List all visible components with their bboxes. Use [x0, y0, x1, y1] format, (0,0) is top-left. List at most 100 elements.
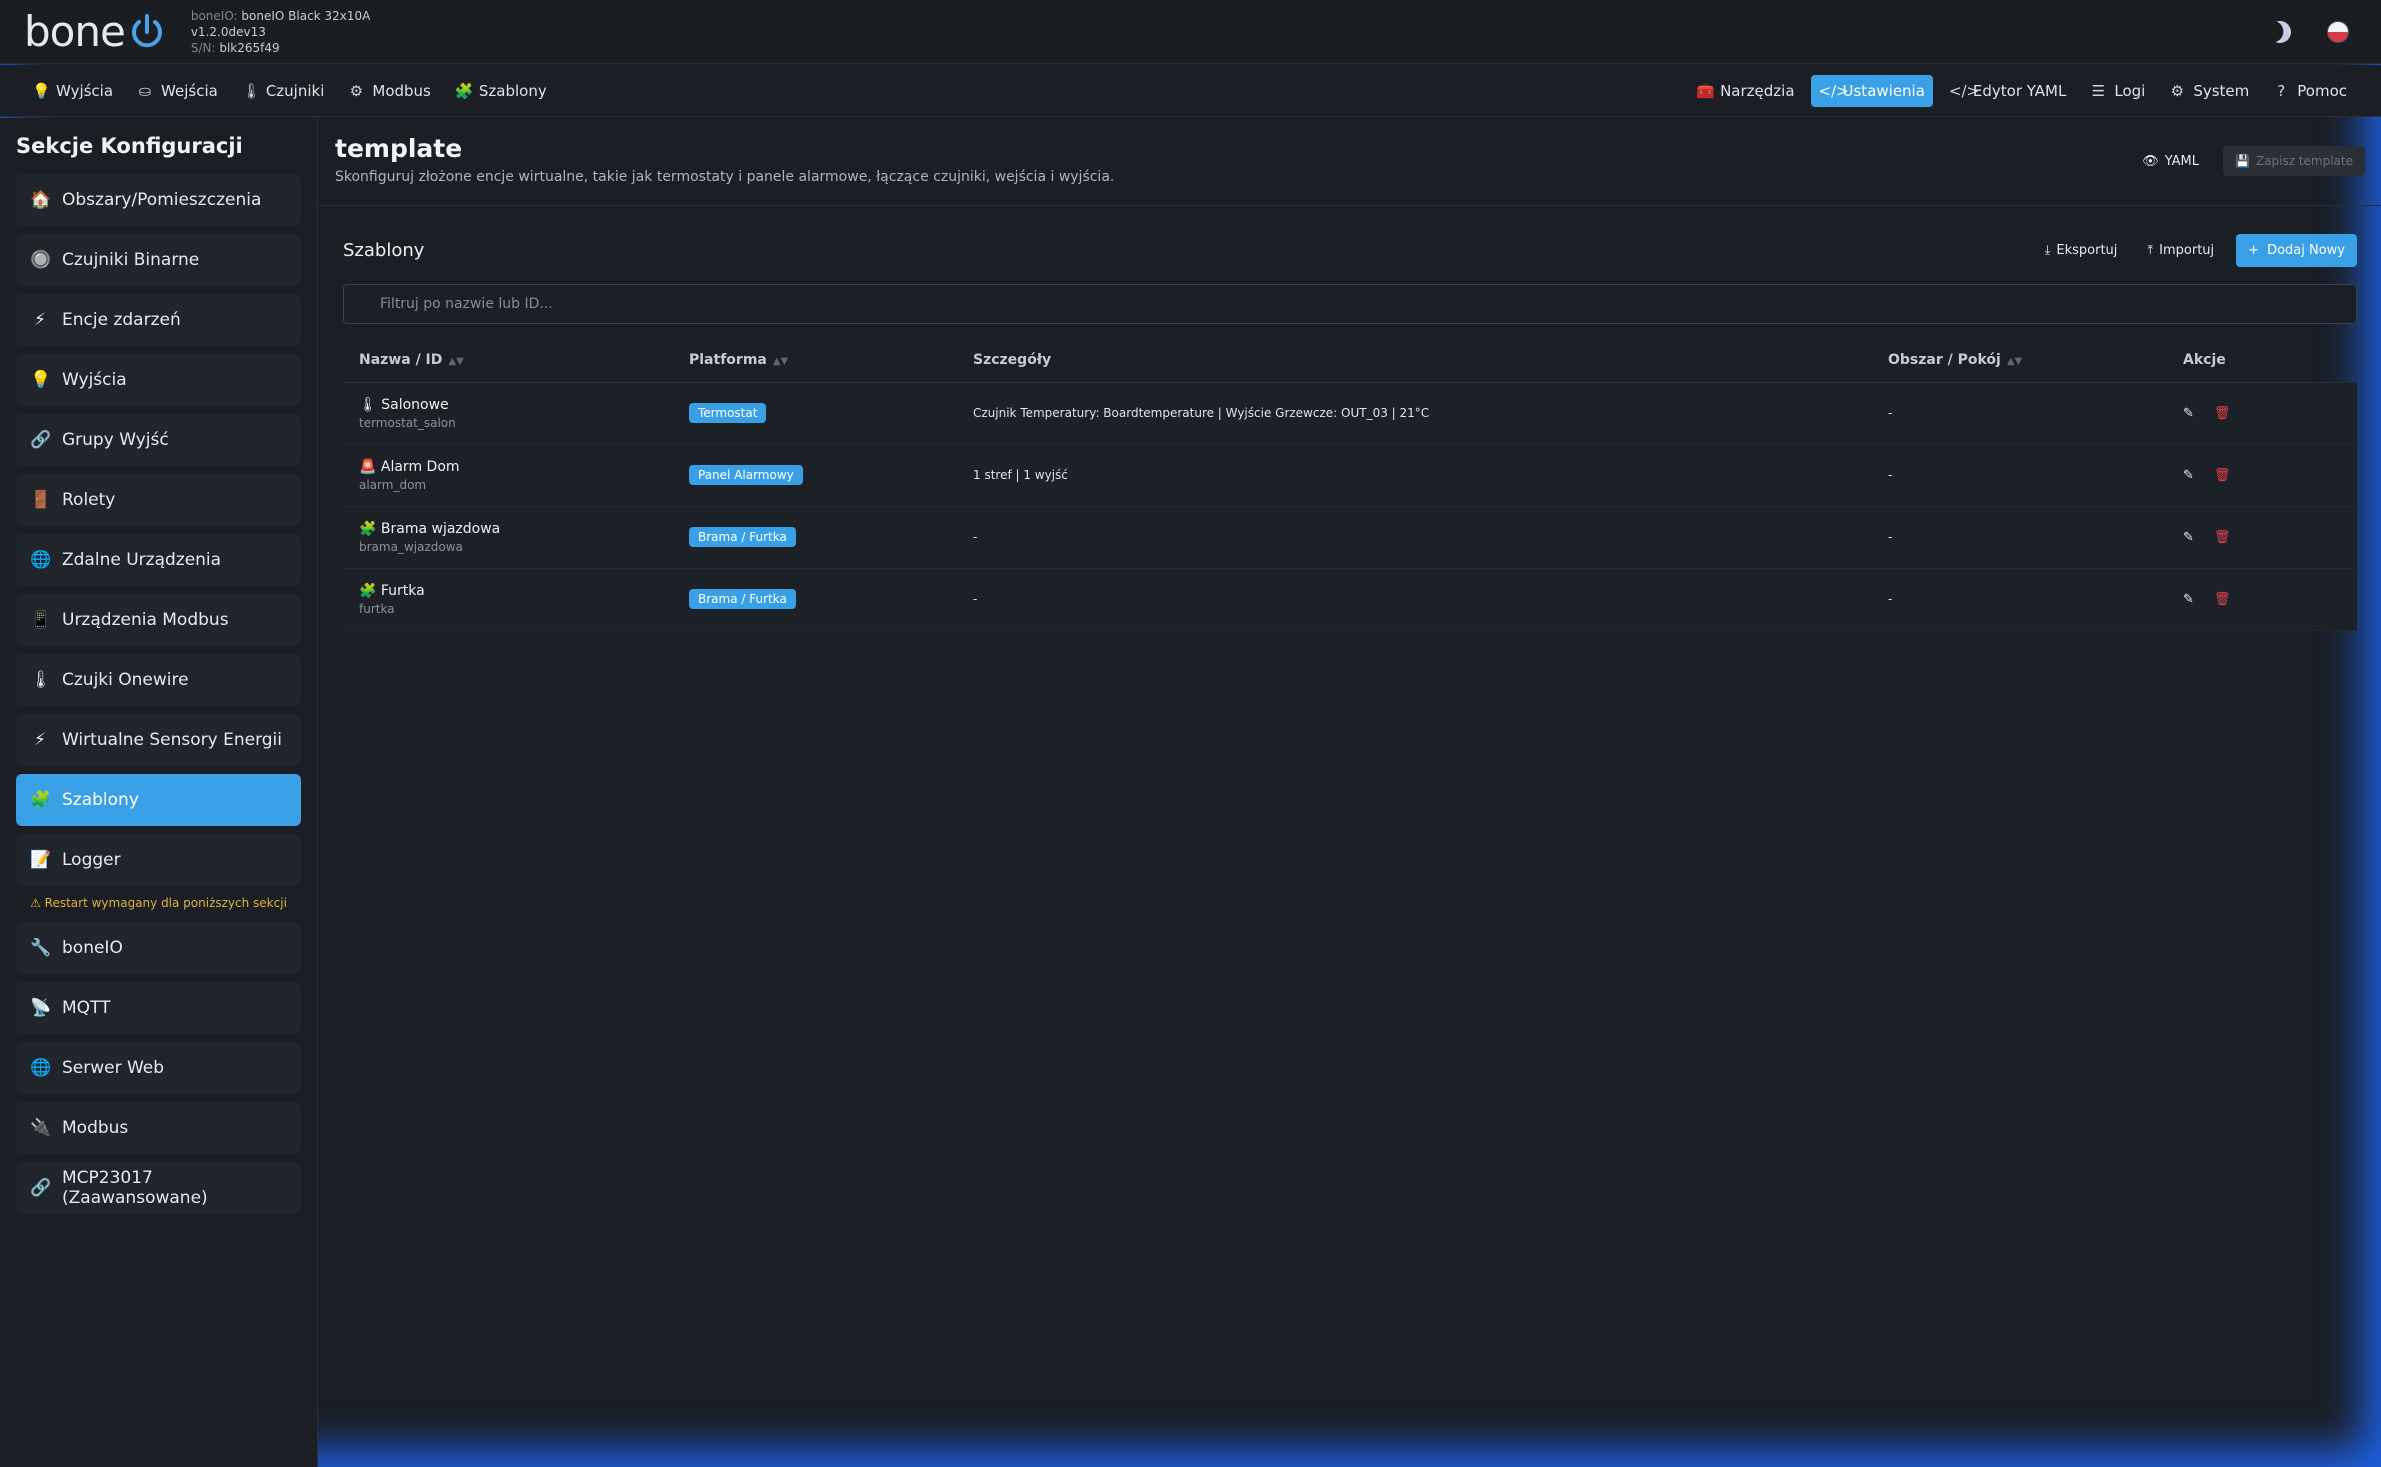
- link-icon: 🔗: [30, 430, 52, 450]
- app-frame: bone boneIO: boneIO Black 32x10A v1.2.0d…: [0, 0, 2381, 1467]
- sidebar-item-label: MCP23017 (Zaawansowane): [62, 1168, 208, 1208]
- sidebar-item-wirtualne-sensory[interactable]: ⚡ Wirtualne Sensory Energii: [16, 714, 301, 766]
- nav-szablony[interactable]: 🧩 Szablony: [447, 75, 555, 107]
- code-icon: </>: [1818, 81, 1849, 100]
- sidebar-item-label: Modbus: [62, 1118, 129, 1138]
- sidebar-item-grupy-wyjsc[interactable]: 🔗 Grupy Wyjść: [16, 414, 301, 466]
- templates-card: Szablony ⤓ Eksportuj ⤒ Importuj + Dodaj Now…: [343, 230, 2357, 631]
- trash-icon[interactable]: 🗑: [2214, 406, 2231, 421]
- platform-badge: Brama / Furtka: [689, 527, 796, 547]
- globe-icon: 🌐: [30, 1058, 52, 1078]
- edit-icon[interactable]: ✎: [2183, 530, 2194, 545]
- yaml-button[interactable]: 👁 YAML: [2134, 148, 2207, 175]
- sidebar-item-serwer-web[interactable]: 🌐 Serwer Web: [16, 1042, 301, 1094]
- main-nav: 💡 Wyjścia ⛀ Wejścia 🌡 Czujniki ⚙ Modbus 🧩 Sza…: [0, 65, 2381, 117]
- theme-toggle-moon-icon[interactable]: [2266, 17, 2294, 45]
- device-label: boneIO:: [190, 8, 238, 23]
- export-button[interactable]: ⤓ Eksportuj: [2037, 237, 2126, 264]
- platform-badge: Panel Alarmowy: [689, 465, 803, 485]
- sidebar-item-rolety[interactable]: 🚪 Rolety: [16, 474, 301, 526]
- version: v1.2.0dev13: [190, 24, 266, 39]
- plug-icon: 🔌: [30, 1118, 52, 1138]
- row-name: Salonowe: [381, 396, 449, 413]
- add-new-button[interactable]: + Dodaj Nowy: [2236, 233, 2357, 267]
- nav-logi[interactable]: ☰ Logi: [2082, 75, 2153, 107]
- header-name[interactable]: Nazwa / ID ▲▼: [343, 338, 673, 383]
- sidebar-item-mqtt[interactable]: 📡 MQTT: [16, 982, 301, 1034]
- sidebar-item-label: Encje zdarzeń: [62, 310, 181, 330]
- save-template-button[interactable]: 💾 Zapisz template: [2222, 146, 2365, 176]
- add-new-label: Dodaj Nowy: [2267, 242, 2345, 258]
- sort-icon: ▲▼: [448, 355, 464, 367]
- nav-wejscia[interactable]: ⛀ Wejścia: [129, 75, 226, 107]
- nav-czujniki[interactable]: 🌡 Czujniki: [234, 75, 333, 107]
- sidebar-item-mcp23017[interactable]: 🔗 MCP23017 (Zaawansowane): [16, 1162, 301, 1214]
- nav-narzedzia[interactable]: 🧰 Narzędzia: [1688, 75, 1802, 107]
- row-details: -: [957, 506, 1872, 569]
- import-button[interactable]: ⤒ Importuj: [2139, 237, 2222, 264]
- nav-label: Czujniki: [265, 81, 325, 100]
- lightning-icon: ⚡: [34, 730, 46, 750]
- edit-icon[interactable]: ✎: [2183, 592, 2194, 607]
- trash-icon[interactable]: 🗑: [2214, 592, 2231, 607]
- card-title: Szablony: [343, 239, 425, 261]
- row-area: -: [1872, 568, 2167, 631]
- device-info: boneIO: boneIO Black 32x10A v1.2.0dev13 …: [191, 8, 370, 56]
- lightbulb-icon: 💡: [32, 81, 51, 100]
- header-platform[interactable]: Platforma ▲▼: [673, 338, 957, 383]
- sidebar-item-encje-zdarzen[interactable]: ⚡ Encje zdarzeń: [16, 294, 301, 346]
- trash-icon[interactable]: 🗑: [2214, 530, 2231, 545]
- table-row: 🧩 Furtka furtka Brama / Furtka - - ✎ 🗑: [343, 568, 2357, 631]
- nav-ustawienia[interactable]: </> Ustawienia: [1810, 74, 1933, 107]
- puzzle-icon: 🧩: [30, 790, 52, 810]
- header-label: Platforma: [689, 351, 767, 368]
- house-icon: 🏠: [30, 190, 52, 210]
- boneio-logo[interactable]: bone: [24, 7, 167, 56]
- nav-label: Wyjścia: [56, 81, 114, 100]
- sidebar-item-logger[interactable]: 📝 Logger: [16, 834, 301, 886]
- download-icon: ⤓: [2044, 242, 2051, 258]
- nav-label: Logi: [2114, 81, 2146, 100]
- sidebar-item-label: Obszary/Pomieszczenia: [62, 190, 262, 210]
- edit-icon[interactable]: ✎: [2183, 406, 2194, 421]
- filter-input[interactable]: [343, 284, 2357, 324]
- sidebar-item-label: Wyjścia: [62, 370, 127, 390]
- sidebar-item-boneio[interactable]: 🔧 boneIO: [16, 922, 301, 974]
- top-bar: bone boneIO: boneIO Black 32x10A v1.2.0d…: [0, 0, 2381, 64]
- sidebar-item-czujniki-binarne[interactable]: 🔘 Czujniki Binarne: [16, 234, 301, 286]
- sidebar-item-obszary[interactable]: 🏠 Obszary/Pomieszczenia: [16, 174, 301, 226]
- puzzle-icon: 🧩: [359, 520, 377, 537]
- header-label: Nazwa / ID: [359, 351, 443, 368]
- trash-icon[interactable]: 🗑: [2214, 468, 2231, 483]
- nav-edytor-yaml[interactable]: </> Edytor YAML: [1941, 75, 2074, 107]
- sidebar-item-urzadzenia-modbus[interactable]: 📱 Urządzenia Modbus: [16, 594, 301, 646]
- sidebar-item-zdalne-urzadzenia[interactable]: 🌐 Zdalne Urządzenia: [16, 534, 301, 586]
- nav-label: Edytor YAML: [1972, 81, 2067, 100]
- sidebar-item-wyjscia[interactable]: 💡 Wyjścia: [16, 354, 301, 406]
- platform-badge: Termostat: [689, 403, 767, 423]
- language-flag-icon[interactable]: [2327, 20, 2349, 43]
- nav-wyjscia[interactable]: 💡 Wyjścia: [24, 75, 121, 107]
- sidebar-item-label: Rolety: [62, 490, 116, 510]
- eye-icon: 👁: [2142, 153, 2159, 169]
- lightning-icon: ⚡: [34, 310, 46, 330]
- save-button-label: Zapisz template: [2255, 154, 2353, 168]
- row-details: 1 stref | 1 wyjść: [957, 444, 1872, 507]
- nav-pomoc[interactable]: ? Pomoc: [2265, 75, 2355, 107]
- antenna-icon: 📡: [30, 998, 52, 1018]
- sidebar-item-modbus[interactable]: 🔌 Modbus: [16, 1102, 301, 1154]
- sidebar-item-czujki-onewire[interactable]: 🌡 Czujki Onewire: [16, 654, 301, 706]
- header-actions: Akcje: [2167, 338, 2357, 383]
- sidebar-title: Sekcje Konfiguracji: [16, 134, 243, 158]
- help-icon: ?: [2277, 81, 2286, 100]
- save-icon: 💾: [2234, 154, 2250, 168]
- page-subtitle: Skonfiguruj złożone encje wirtualne, tak…: [335, 169, 1115, 185]
- edit-icon[interactable]: ✎: [2183, 468, 2194, 483]
- header-area[interactable]: Obszar / Pokój ▲▼: [1872, 338, 2167, 383]
- sidebar-item-label: Czujki Onewire: [62, 670, 189, 690]
- radio-button-icon: 🔘: [30, 250, 52, 270]
- sidebar-item-szablony[interactable]: 🧩 Szablony: [16, 774, 301, 826]
- nav-system[interactable]: ⚙ System: [2161, 75, 2257, 107]
- yaml-button-label: YAML: [2164, 153, 2199, 169]
- nav-modbus[interactable]: ⚙ Modbus: [340, 75, 438, 107]
